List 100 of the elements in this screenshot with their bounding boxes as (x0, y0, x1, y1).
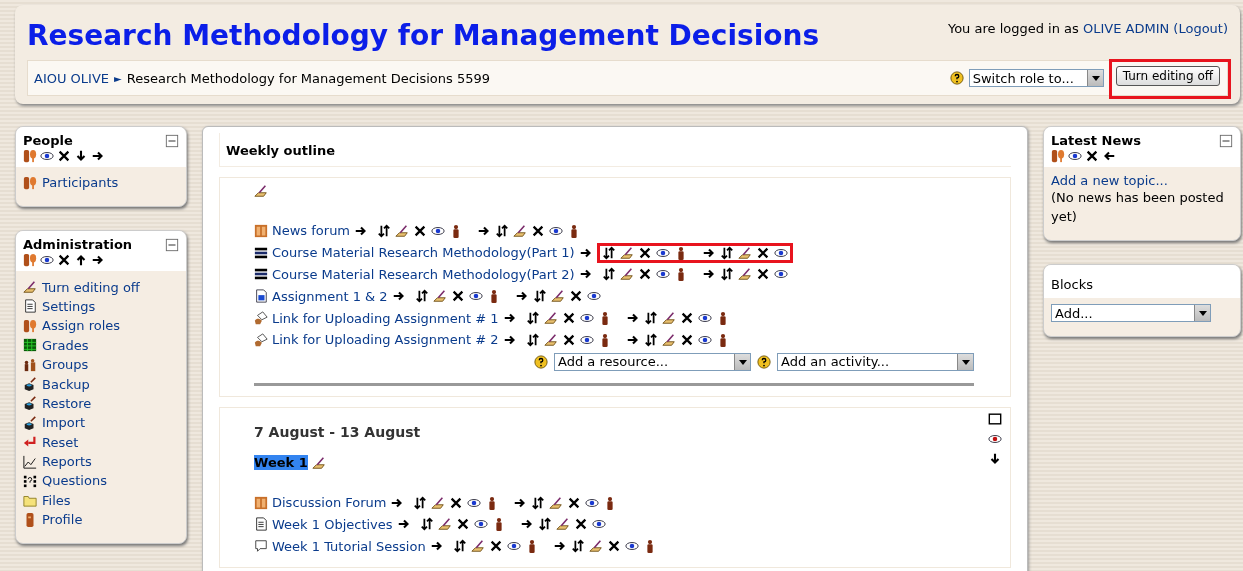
delete-icon[interactable] (755, 245, 770, 260)
up-down-arrows-icon[interactable] (643, 332, 658, 347)
delete-icon[interactable] (568, 289, 583, 304)
edit-icon[interactable] (588, 539, 603, 554)
activity-link[interactable]: Course Material Research Methodology(Part 1) (272, 245, 575, 261)
delete-icon[interactable] (450, 289, 465, 304)
breadcrumb-link[interactable]: AIOU OLIVE (34, 70, 110, 86)
down-arrow-icon[interactable] (988, 451, 1002, 466)
block-link[interactable]: Groups (42, 357, 89, 373)
up-down-arrows-icon[interactable] (452, 539, 467, 554)
edit-icon[interactable] (395, 223, 410, 238)
delete-icon[interactable] (637, 267, 652, 282)
switch-role-dropdown[interactable]: Switch role to... (968, 69, 1104, 87)
block-link[interactable]: Participants (42, 175, 119, 191)
help-icon[interactable] (949, 71, 964, 85)
turn-editing-off-button[interactable]: Turn editing off (1115, 66, 1220, 86)
activity-link[interactable]: Assignment 1 & 2 (272, 288, 388, 304)
delete-icon[interactable] (679, 311, 694, 326)
delete-icon[interactable] (573, 517, 588, 532)
edit-icon[interactable] (311, 455, 326, 470)
edit-icon[interactable] (661, 332, 676, 347)
up-down-arrows-icon[interactable] (570, 539, 585, 554)
delete-icon[interactable] (561, 332, 576, 347)
edit-icon[interactable] (254, 184, 268, 198)
block-link[interactable]: Restore (42, 395, 92, 411)
up-arrow-icon[interactable] (74, 253, 88, 268)
block-link[interactable]: Settings (42, 298, 96, 314)
delete-icon[interactable] (755, 267, 770, 282)
block-link[interactable]: Profile (42, 512, 83, 528)
right-arrow-icon[interactable] (91, 149, 105, 163)
block-link[interactable]: Questions (42, 473, 107, 489)
add-resource-dropdown[interactable]: Add a resource... (554, 352, 751, 371)
up-down-arrows-icon[interactable] (419, 517, 434, 532)
people-icon[interactable] (23, 149, 37, 163)
square-icon[interactable] (988, 411, 1002, 426)
up-down-arrows-icon[interactable] (643, 311, 658, 326)
delete-icon[interactable] (57, 253, 71, 268)
collapse-icon[interactable] (1219, 133, 1233, 148)
delete-icon[interactable] (449, 495, 464, 510)
add-topic-link[interactable]: Add a new topic... (1051, 173, 1233, 188)
down-arrow-icon[interactable] (74, 149, 88, 163)
help-icon[interactable] (534, 354, 548, 369)
activity-link[interactable]: Discussion Forum (272, 495, 387, 511)
activity-link[interactable]: Link for Uploading Assignment # 2 (272, 332, 499, 348)
edit-icon[interactable] (549, 495, 564, 510)
edit-icon[interactable] (737, 267, 752, 282)
up-down-arrows-icon[interactable] (532, 289, 547, 304)
delete-icon[interactable] (455, 517, 470, 532)
edit-icon[interactable] (619, 267, 634, 282)
people-icon[interactable] (1051, 149, 1065, 163)
edit-icon[interactable] (432, 289, 447, 304)
left-arrow-icon[interactable] (1102, 149, 1116, 163)
block-link[interactable]: Grades (42, 337, 89, 353)
delete-icon[interactable] (679, 332, 694, 347)
activity-link[interactable]: News forum (272, 223, 351, 239)
block-link[interactable]: Reports (42, 454, 92, 470)
delete-icon[interactable] (637, 245, 652, 260)
block-link[interactable]: Turn editing off (42, 279, 140, 295)
activity-link[interactable]: Course Material Research Methodology(Part 2) (272, 267, 575, 282)
collapse-icon[interactable] (165, 237, 179, 252)
add-activity-dropdown[interactable]: Add an activity... (777, 352, 974, 371)
block-link[interactable]: Files (42, 492, 71, 508)
delete-icon[interactable] (567, 495, 582, 510)
block-link[interactable]: Backup (42, 376, 90, 392)
up-down-arrows-icon[interactable] (525, 332, 540, 347)
edit-icon[interactable] (543, 332, 558, 347)
up-down-arrows-icon[interactable] (719, 267, 734, 282)
user-link[interactable]: OLIVE ADMIN (1082, 21, 1170, 36)
eye-icon[interactable] (40, 149, 54, 163)
edit-icon[interactable] (513, 223, 528, 238)
up-down-arrows-icon[interactable] (525, 311, 540, 326)
up-down-arrows-icon[interactable] (601, 267, 616, 282)
edit-icon[interactable] (555, 517, 570, 532)
activity-link[interactable]: Link for Uploading Assignment # 1 (272, 310, 499, 326)
collapse-icon[interactable] (165, 133, 179, 148)
help-icon[interactable] (757, 354, 771, 369)
block-link[interactable]: Reset (42, 434, 79, 450)
edit-icon[interactable] (661, 311, 676, 326)
edit-icon[interactable] (737, 245, 752, 260)
logout-link[interactable]: (Logout) (1173, 21, 1228, 36)
up-down-arrows-icon[interactable] (413, 495, 428, 510)
up-down-arrows-icon[interactable] (537, 517, 552, 532)
delete-icon[interactable] (531, 223, 546, 238)
delete-icon[interactable] (413, 223, 428, 238)
up-down-arrows-icon[interactable] (414, 289, 429, 304)
edit-icon[interactable] (543, 311, 558, 326)
activity-link[interactable]: Week 1 Tutorial Session (272, 538, 426, 554)
activity-link[interactable]: Week 1 Objectives (272, 516, 393, 532)
delete-icon[interactable] (1085, 149, 1099, 163)
block-link[interactable]: Assign roles (42, 318, 121, 334)
edit-icon[interactable] (619, 245, 634, 260)
delete-icon[interactable] (488, 539, 503, 554)
edit-icon[interactable] (437, 517, 452, 532)
up-down-arrows-icon[interactable] (495, 223, 510, 238)
add-block-dropdown[interactable]: Add... (1051, 304, 1211, 322)
edit-icon[interactable] (550, 289, 565, 304)
delete-icon[interactable] (57, 149, 71, 163)
up-down-arrows-icon[interactable] (719, 245, 734, 260)
block-link[interactable]: Import (42, 415, 86, 431)
up-down-arrows-icon[interactable] (601, 245, 616, 260)
